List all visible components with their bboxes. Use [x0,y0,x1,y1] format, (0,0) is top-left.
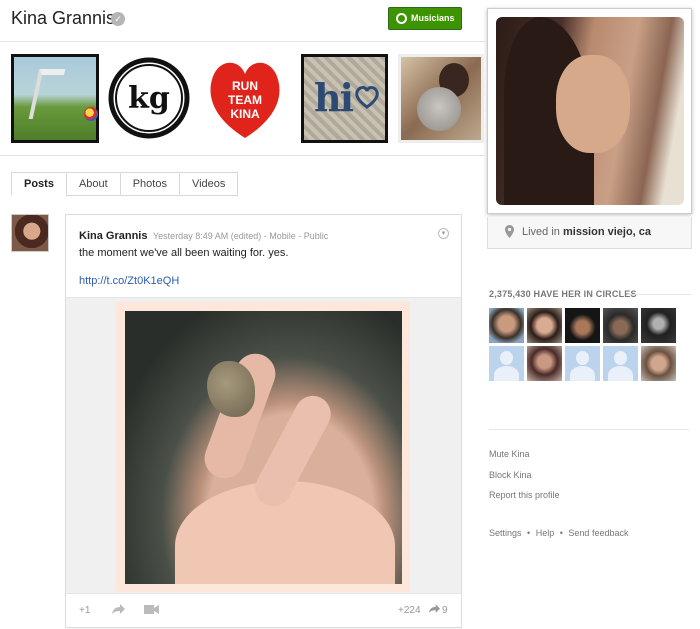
profile-tabs: Posts About Photos Videos [11,172,239,196]
tab-about[interactable]: About [65,172,121,196]
hangout-icon[interactable] [144,605,159,614]
share-icon[interactable] [111,604,125,615]
ball-image [84,107,98,121]
profile-name: Kina Grannis [11,8,116,28]
kg-logo: kg [108,57,190,139]
verified-icon: ✓ [111,12,125,26]
footer-separator: • [559,528,563,538]
tab-photos[interactable]: Photos [119,172,180,196]
circles-count-title: 2,375,430 HAVE HER IN CIRCLES [489,289,637,299]
circle-avatar[interactable] [641,346,676,381]
post-link[interactable]: http://t.co/Zt0K1eQH [79,275,179,287]
circle-button-label: Musicians [411,13,455,23]
feedback-link[interactable]: Send feedback [568,528,628,538]
face-image [556,55,630,153]
plus-one-button[interactable]: +1 [79,605,90,616]
mute-link[interactable]: Mute Kina [489,449,530,459]
scrapbook-photo-2[interactable]: kg [104,54,194,143]
circle-avatar[interactable] [603,346,638,381]
scrapbook-photo-1[interactable] [11,54,99,143]
heart-logo: RUN TEAM KINA [210,62,280,138]
post-text: the moment we've all been waiting for. y… [79,247,289,259]
circle-avatar[interactable] [489,308,524,343]
scrapbook-photo-5[interactable] [398,54,484,143]
location-value: mission viejo, ca [562,226,652,238]
koala-image [417,87,461,131]
post-photo-frame [116,302,410,592]
circle-avatar[interactable] [641,308,676,343]
post-photo[interactable] [125,311,402,584]
settings-link[interactable]: Settings [489,528,522,538]
svg-text:KINA: KINA [230,107,260,121]
location-prefix: Lived in [522,226,560,238]
circle-avatar[interactable] [565,308,600,343]
post-photo-area [66,297,461,594]
add-to-circles-button[interactable]: Musicians [388,7,462,30]
location-pin-icon [505,225,514,238]
divider [627,294,691,295]
footer-links: Settings • Help • Send feedback [489,528,631,538]
reshare-icon [428,604,440,613]
divider [489,429,689,430]
footer-separator: • [527,528,531,538]
circle-avatar[interactable] [527,346,562,381]
lamp-image [28,69,66,119]
frog-image [207,361,255,417]
post-menu-icon[interactable]: ▾ [438,228,449,239]
divider [0,155,485,156]
location-box: Lived in mission viejo, ca [487,217,692,249]
report-link[interactable]: Report this profile [489,490,560,500]
profile-photo-card [487,8,692,214]
hi-text: hi [314,75,354,120]
post-card: Kina Grannis Yesterday 8:49 AM (edited) … [65,214,462,628]
scrapbook-photo-4[interactable]: hi [301,54,388,143]
location-text: Lived in mission viejo, ca [522,226,651,238]
post-visibility[interactable]: Public [304,231,329,241]
post-time[interactable]: Yesterday 8:49 AM (edited) [153,231,261,241]
tab-posts[interactable]: Posts [11,172,67,196]
share-count[interactable]: 9 [442,605,448,616]
circle-avatar[interactable] [527,308,562,343]
post-author-name[interactable]: Kina Grannis [79,230,147,242]
post-actions: +1 +224 9 [66,593,461,627]
block-link[interactable]: Block Kina [489,470,532,480]
circle-avatar[interactable] [489,346,524,381]
profile-photo[interactable] [496,17,684,205]
help-link[interactable]: Help [536,528,555,538]
circle-icon [396,13,407,24]
scrapbook-photo-3[interactable]: RUN TEAM KINA [200,54,290,143]
post-source: Mobile [269,231,296,241]
circle-avatar[interactable] [565,346,600,381]
plus-count[interactable]: +224 [398,605,421,616]
profile-header: Kina Grannis ✓ Musicians [0,0,485,42]
tab-videos[interactable]: Videos [178,172,239,196]
svg-text:TEAM: TEAM [228,93,262,107]
heart-icon [355,86,379,109]
kg-logo-text: kg [128,81,170,116]
post-meta: Yesterday 8:49 AM (edited) - Mobile - Pu… [153,231,329,241]
circle-avatar[interactable] [603,308,638,343]
post-author-avatar[interactable] [11,214,49,252]
svg-text:RUN: RUN [232,79,258,93]
